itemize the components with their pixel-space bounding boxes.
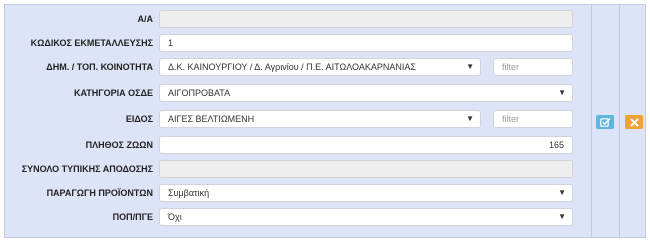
species-filter-input[interactable]: filter bbox=[493, 110, 573, 128]
delete-button[interactable] bbox=[625, 115, 643, 129]
row-pdo-pgi: ΠΟΠ/ΠΓΕ Όχι ▼ bbox=[5, 207, 591, 227]
pdo-pgi-label: ΠΟΠ/ΠΓΕ bbox=[112, 212, 153, 222]
caret-down-icon: ▼ bbox=[558, 188, 566, 197]
edit-button[interactable] bbox=[596, 115, 614, 129]
animal-count-label: ΠΛΗΘΟΣ ΖΩΩΝ bbox=[85, 140, 153, 150]
pdo-pgi-select[interactable]: Όχι ▼ bbox=[159, 208, 573, 226]
production-select[interactable]: Συμβατική ▼ bbox=[159, 184, 573, 202]
total-yield-label: ΣΥΝΟΛΟ ΤΥΠΙΚΗΣ ΑΠΟΔΟΣΗΣ bbox=[21, 164, 153, 174]
caret-down-icon: ▼ bbox=[558, 212, 566, 221]
osde-category-label: ΚΑΤΗΓΟΡΙΑ ΟΣΔΕ bbox=[73, 88, 153, 98]
caret-down-icon: ▼ bbox=[466, 114, 474, 123]
production-label: ΠΑΡΑΓΩΓΗ ΠΡΟΪΟΝΤΩΝ bbox=[46, 188, 153, 198]
community-label: ΔΗΜ. / ΤΟΠ. ΚΟΙΝΟΤΗΤΑ bbox=[46, 62, 153, 72]
total-yield-field bbox=[159, 160, 573, 178]
community-filter-input[interactable]: filter bbox=[493, 58, 573, 76]
row-osde-category: ΚΑΤΗΓΟΡΙΑ ΟΣΔΕ ΑΙΓΟΠΡΟΒΑΤΑ ▼ bbox=[5, 83, 591, 103]
species-value: ΑΙΓΕΣ ΒΕΛΤΙΩΜΕΝΗ bbox=[168, 114, 255, 124]
farm-code-label: ΚΩΔΙΚΟΣ ΕΚΜΕΤΑΛΛΕΥΣΗΣ bbox=[30, 38, 153, 48]
community-select[interactable]: Δ.Κ. ΚΑΙΝΟΥΡΓΙΟΥ / Δ. Αγρινίου / Π.Ε. ΑΙ… bbox=[159, 58, 481, 76]
edit-check-icon bbox=[599, 118, 611, 127]
row-farm-code: ΚΩΔΙΚΟΣ ΕΚΜΕΤΑΛΛΕΥΣΗΣ 1 bbox=[5, 33, 591, 53]
caret-down-icon: ▼ bbox=[558, 88, 566, 97]
row-total-yield: ΣΥΝΟΛΟ ΤΥΠΙΚΗΣ ΑΠΟΔΟΣΗΣ bbox=[5, 159, 591, 179]
row-community: ΔΗΜ. / ΤΟΠ. ΚΟΙΝΟΤΗΤΑ Δ.Κ. ΚΑΙΝΟΥΡΓΙΟΥ /… bbox=[5, 57, 591, 77]
column-divider bbox=[619, 5, 620, 237]
aa-label: Α/Α bbox=[137, 14, 154, 24]
close-icon bbox=[630, 118, 638, 126]
species-label: ΕΙΔΟΣ bbox=[125, 114, 153, 124]
species-select[interactable]: ΑΙΓΕΣ ΒΕΛΤΙΩΜΕΝΗ ▼ bbox=[159, 110, 481, 128]
farm-form: Α/Α ΚΩΔΙΚΟΣ ΕΚΜΕΤΑΛΛΕΥΣΗΣ 1 ΔΗΜ. / ΤΟΠ. … bbox=[5, 5, 591, 237]
row-species: ΕΙΔΟΣ ΑΙΓΕΣ ΒΕΛΤΙΩΜΕΝΗ ▼ filter bbox=[5, 109, 591, 129]
osde-category-select[interactable]: ΑΙΓΟΠΡΟΒΑΤΑ ▼ bbox=[159, 84, 573, 102]
row-production: ΠΑΡΑΓΩΓΗ ΠΡΟΪΟΝΤΩΝ Συμβατική ▼ bbox=[5, 183, 591, 203]
row-editor-frame: Α/Α ΚΩΔΙΚΟΣ ΕΚΜΕΤΑΛΛΕΥΣΗΣ 1 ΔΗΜ. / ΤΟΠ. … bbox=[4, 4, 646, 238]
production-value: Συμβατική bbox=[168, 188, 210, 198]
column-divider bbox=[591, 5, 592, 237]
farm-code-input[interactable]: 1 bbox=[159, 34, 573, 52]
row-aa: Α/Α bbox=[5, 9, 591, 29]
animal-count-input[interactable]: 165 bbox=[159, 136, 573, 154]
row-animal-count: ΠΛΗΘΟΣ ΖΩΩΝ 165 bbox=[5, 135, 591, 155]
osde-category-value: ΑΙΓΟΠΡΟΒΑΤΑ bbox=[168, 88, 231, 98]
pdo-pgi-value: Όχι bbox=[168, 212, 182, 222]
aa-field bbox=[159, 10, 573, 28]
caret-down-icon: ▼ bbox=[466, 62, 474, 71]
community-value: Δ.Κ. ΚΑΙΝΟΥΡΓΙΟΥ / Δ. Αγρινίου / Π.Ε. ΑΙ… bbox=[168, 62, 416, 72]
